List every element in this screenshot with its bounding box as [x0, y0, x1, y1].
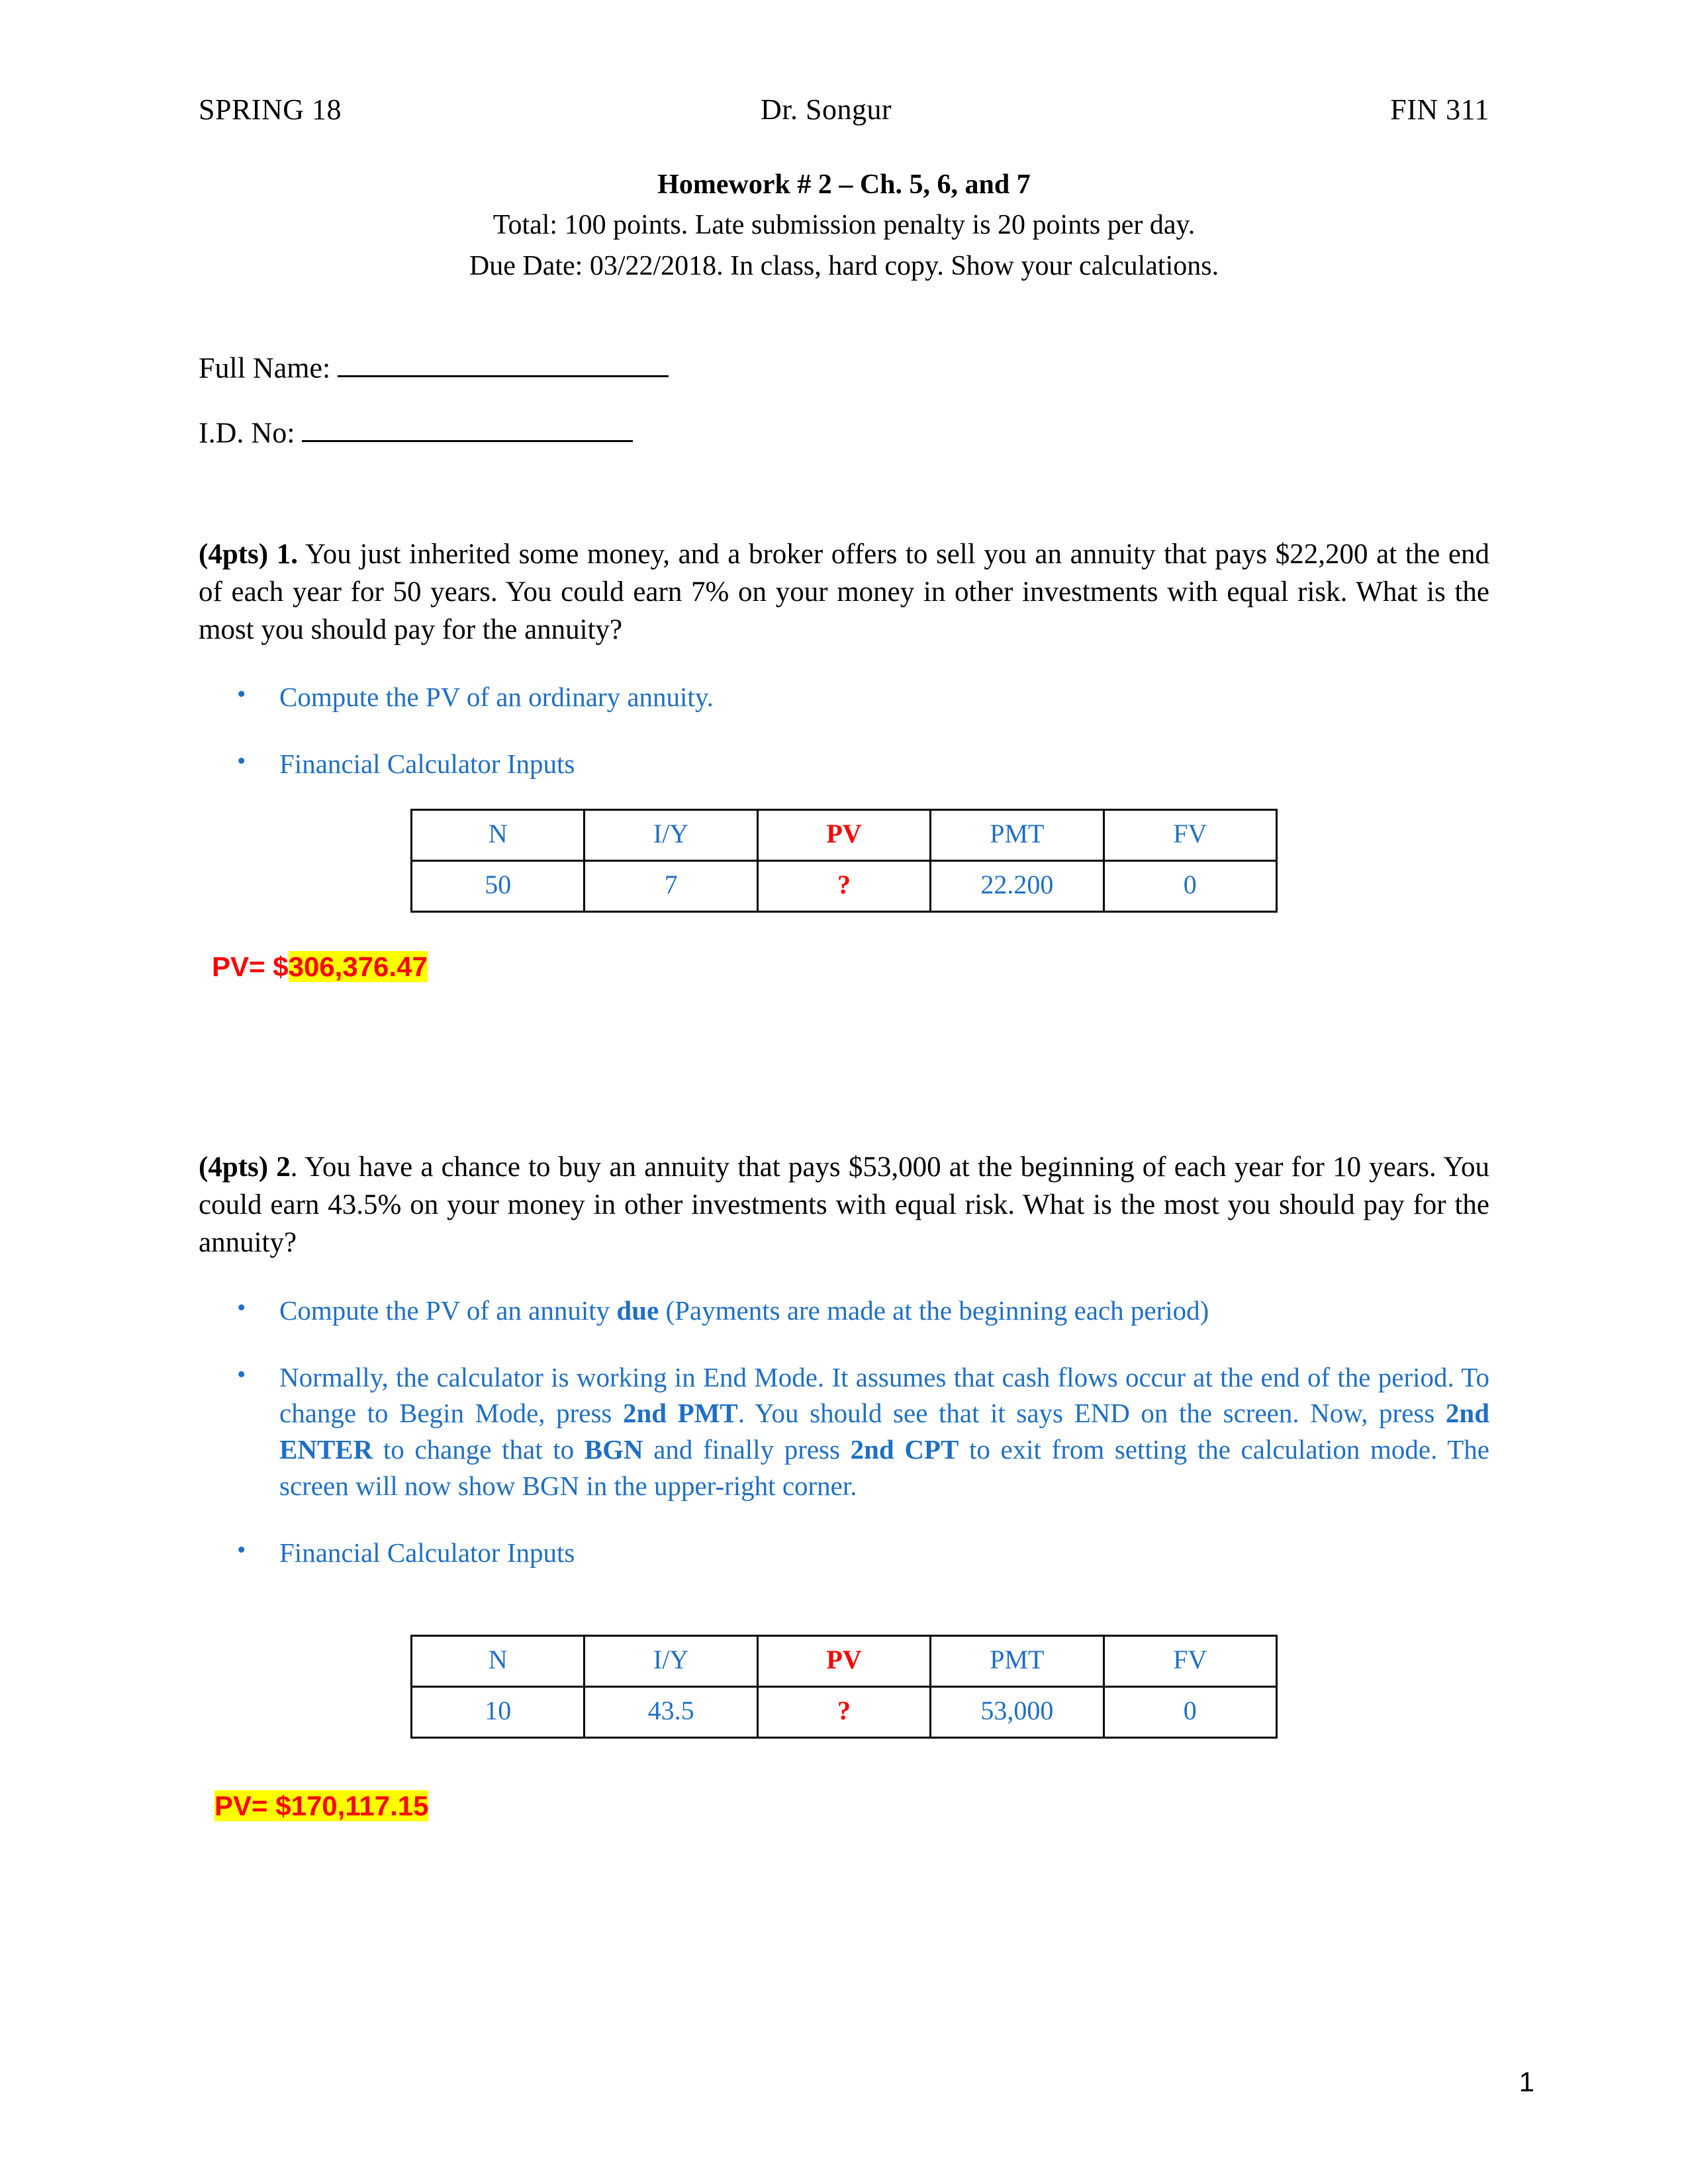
table-row: 10 43.5 ? 53,000 0 — [410, 1686, 1278, 1739]
bullet-text-part-2: (Payments are made at the beginning each… — [659, 1295, 1209, 1326]
question-1-bullets: Compute the PV of an ordinary annuity. F… — [199, 678, 1489, 782]
bullet-text: Compute the PV of an ordinary annuity. — [279, 682, 714, 713]
question-2-bullets: Compute the PV of an annuity due (Paymen… — [199, 1291, 1489, 1572]
student-fields: Full Name: I.D. No: — [199, 349, 1489, 449]
bullet-text-part-1: Compute the PV of an annuity — [279, 1295, 617, 1326]
header-n: N — [410, 1635, 586, 1688]
homework-title: Homework # 2 – Ch. 5, 6, and 7 — [657, 169, 1031, 200]
title-points-line: Total: 100 points. Late submission penal… — [492, 209, 1196, 240]
question-1: (4pts) 1. You just inherited some money,… — [199, 535, 1489, 649]
id-number-blank[interactable] — [302, 414, 633, 443]
header-iy: I/Y — [583, 1635, 759, 1688]
answer-2-prefix: PV= $ — [214, 1790, 291, 1822]
header-pv: PV — [756, 809, 932, 862]
value-pv: ? — [756, 860, 932, 913]
key-2nd-pmt: 2nd PMT — [622, 1398, 738, 1429]
key-bgn: BGN — [584, 1434, 643, 1465]
full-name-row: Full Name: — [199, 349, 1489, 385]
title-block: Homework # 2 – Ch. 5, 6, and 7 Total: 10… — [199, 167, 1489, 285]
answer-2-value: 170,117.15 — [291, 1790, 429, 1822]
instr-text-3: to change that to — [373, 1434, 585, 1465]
question-2-points: (4pts) — [199, 1152, 269, 1183]
full-name-blank[interactable] — [338, 349, 669, 378]
header-pmt: PMT — [929, 809, 1105, 862]
id-number-row: I.D. No: — [199, 414, 1489, 449]
value-iy: 43.5 — [583, 1686, 759, 1739]
instr-text-2: . You should see that it says END on the… — [737, 1398, 1446, 1429]
table-row: 50 7 ? 22.200 0 — [410, 860, 1278, 913]
answer-1-prefix: PV= $ — [212, 951, 289, 983]
bullet-compute-pv-ordinary: Compute the PV of an ordinary annuity. — [199, 678, 1489, 715]
title-duedate-line: Due Date: 03/22/2018. In class, hard cop… — [469, 251, 1219, 282]
question-1-points: (4pts) — [199, 538, 269, 570]
header-course: FIN 311 — [1390, 93, 1489, 126]
bullet-begin-mode-instructions: Normally, the calculator is working in E… — [199, 1358, 1489, 1505]
value-n: 10 — [410, 1686, 586, 1739]
value-pv: ? — [756, 1686, 932, 1739]
value-n: 50 — [410, 860, 586, 913]
value-pmt: 22.200 — [929, 860, 1105, 913]
id-number-label: I.D. No: — [199, 416, 295, 449]
bullet-compute-pv-due: Compute the PV of an annuity due (Paymen… — [199, 1291, 1489, 1329]
instr-text-4: and finally press — [643, 1434, 851, 1465]
header-pv: PV — [756, 1635, 932, 1688]
table-row-header: N I/Y PV PMT FV — [410, 809, 1278, 862]
document-header: SPRING 18 Dr. Songur FIN 311 — [199, 0, 1489, 126]
header-fv: FV — [1102, 809, 1278, 862]
page-content: SPRING 18 Dr. Songur FIN 311 Homework # … — [199, 0, 1489, 1822]
key-2nd-cpt: 2nd CPT — [850, 1434, 959, 1465]
bullet-emphasis-due: due — [616, 1295, 659, 1326]
bullet-calculator-inputs-2: Financial Calculator Inputs — [199, 1533, 1489, 1571]
calculator-table-2-wrap: N I/Y PV PMT FV 10 43.5 ? 53,000 0 — [199, 1635, 1489, 1739]
answer-2: PV= $170,117.15 — [214, 1790, 1489, 1822]
answer-1-value: 306,376.47 — [288, 951, 428, 983]
header-pmt: PMT — [929, 1635, 1105, 1688]
answer-1: PV= $306,376.47 — [212, 951, 1489, 983]
bullet-calculator-inputs-1: Financial Calculator Inputs — [199, 745, 1489, 782]
value-pmt: 53,000 — [929, 1686, 1105, 1739]
question-1-number: 1. — [276, 538, 298, 570]
question-2-number: 2 — [276, 1152, 291, 1183]
question-2: (4pts) 2. You have a chance to buy an an… — [199, 1148, 1489, 1262]
calculator-table-1: N I/Y PV PMT FV 50 7 ? 22.200 0 — [410, 809, 1278, 913]
header-instructor: Dr. Songur — [761, 93, 892, 126]
calculator-table-1-wrap: N I/Y PV PMT FV 50 7 ? 22.200 0 — [199, 809, 1489, 913]
value-iy: 7 — [583, 860, 759, 913]
value-fv: 0 — [1102, 860, 1278, 913]
full-name-label: Full Name: — [199, 351, 331, 385]
bullet-text: Financial Calculator Inputs — [279, 1537, 575, 1569]
question-1-text: You just inherited some money, and a bro… — [199, 538, 1490, 645]
header-n: N — [410, 809, 586, 862]
header-iy: I/Y — [583, 809, 759, 862]
table-row-header: N I/Y PV PMT FV — [410, 1635, 1278, 1688]
header-fv: FV — [1102, 1635, 1278, 1688]
calculator-table-2: N I/Y PV PMT FV 10 43.5 ? 53,000 0 — [410, 1635, 1278, 1739]
value-fv: 0 — [1102, 1686, 1278, 1739]
question-2-text: . You have a chance to buy an annuity th… — [199, 1152, 1490, 1259]
document-page: SPRING 18 Dr. Songur FIN 311 Homework # … — [0, 0, 1688, 2184]
header-term: SPRING 18 — [199, 93, 342, 126]
page-number: 1 — [1519, 2066, 1534, 2097]
bullet-text: Financial Calculator Inputs — [279, 749, 575, 780]
